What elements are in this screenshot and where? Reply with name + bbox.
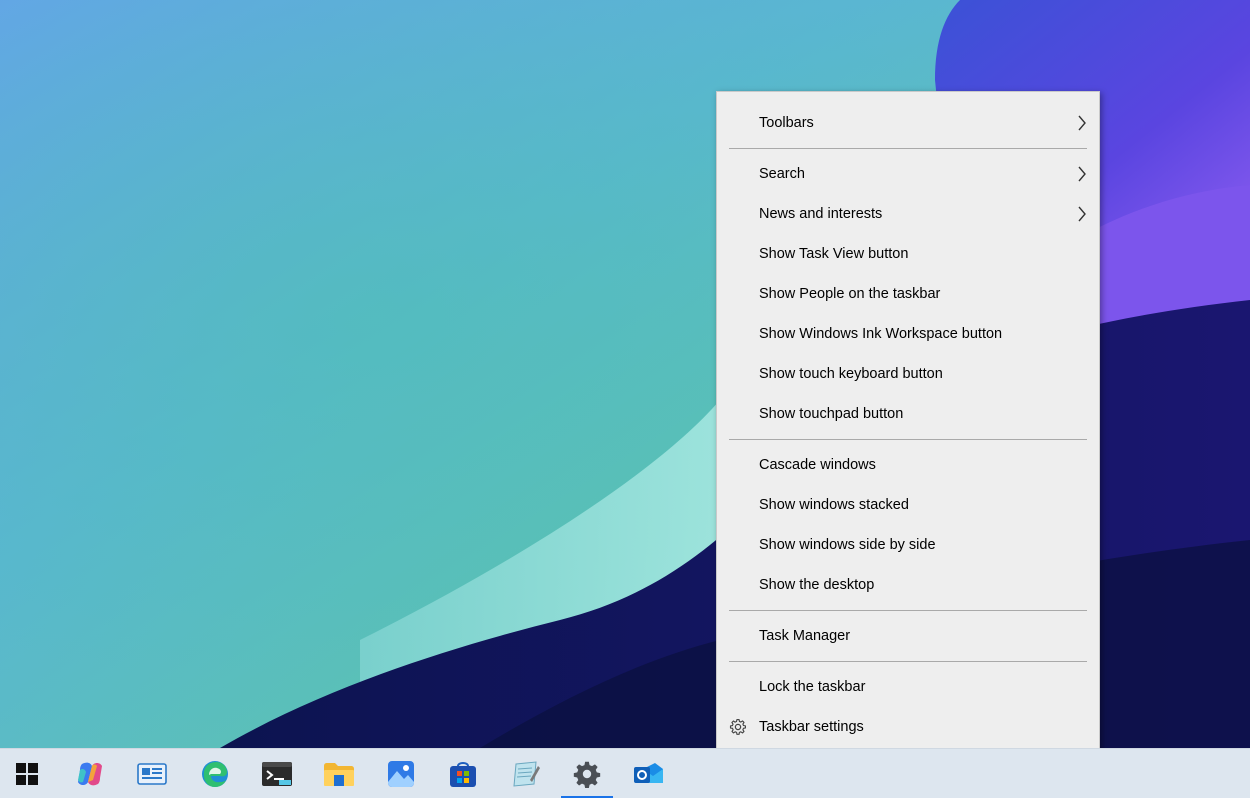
menu-item-show-the-desktop[interactable]: Show the desktop: [717, 565, 1099, 605]
chevron-right-icon: [1078, 115, 1086, 131]
outlook-icon: [634, 763, 663, 783]
menu-item-cascade-windows[interactable]: Cascade windows: [717, 445, 1099, 485]
edge-button[interactable]: [189, 749, 241, 798]
menu-item-label: News and interests: [759, 206, 883, 222]
photos-button[interactable]: [375, 749, 427, 798]
menu-separator: [729, 148, 1087, 149]
windows-logo-icon: [16, 763, 38, 785]
menu-item-label: Show touchpad button: [759, 406, 904, 422]
desktop: Toolbars Search News and interests Show …: [0, 0, 1250, 798]
menu-separator: [729, 439, 1087, 440]
menu-item-show-task-view-button[interactable]: Show Task View button: [717, 234, 1099, 274]
menu-item-show-people[interactable]: Show People on the taskbar: [717, 274, 1099, 314]
menu-separator: [729, 661, 1087, 662]
terminal-button[interactable]: [251, 749, 303, 798]
menu-item-label: Show Task View button: [759, 246, 909, 262]
widgets-button[interactable]: [126, 749, 178, 798]
menu-item-show-touch-keyboard[interactable]: Show touch keyboard button: [717, 354, 1099, 394]
menu-item-label: Show the desktop: [759, 577, 875, 593]
notepad-icon: [513, 761, 540, 787]
folder-icon: [324, 763, 354, 786]
store-icon: [450, 762, 476, 787]
menu-item-label: Show touch keyboard button: [759, 366, 943, 382]
menu-item-label: Show People on the taskbar: [759, 286, 941, 302]
copilot-button[interactable]: [64, 749, 116, 798]
start-button[interactable]: [1, 749, 53, 798]
menu-item-label: Toolbars: [759, 115, 814, 131]
menu-item-toolbars[interactable]: Toolbars: [717, 103, 1099, 143]
widgets-icon: [137, 763, 167, 785]
menu-item-show-touchpad[interactable]: Show touchpad button: [717, 394, 1099, 434]
menu-item-label: Task Manager: [759, 628, 851, 644]
photos-icon: [388, 761, 414, 787]
menu-item-label: Show windows stacked: [759, 497, 909, 513]
menu-item-show-windows-ink[interactable]: Show Windows Ink Workspace button: [717, 314, 1099, 354]
menu-item-label: Show Windows Ink Workspace button: [759, 326, 1003, 342]
menu-separator: [729, 610, 1087, 611]
copilot-icon: [78, 762, 102, 786]
menu-item-label: Lock the taskbar: [759, 679, 866, 695]
menu-item-label: Cascade windows: [759, 457, 876, 473]
menu-item-label: Taskbar settings: [759, 719, 864, 735]
menu-item-taskbar-settings[interactable]: Taskbar settings: [717, 707, 1099, 747]
taskbar: [0, 748, 1250, 798]
notepad-button[interactable]: [499, 749, 551, 798]
menu-item-show-windows-stacked[interactable]: Show windows stacked: [717, 485, 1099, 525]
menu-item-label: Show windows side by side: [759, 537, 936, 553]
store-button[interactable]: [437, 749, 489, 798]
outlook-button[interactable]: [623, 749, 675, 798]
settings-button[interactable]: [561, 749, 613, 798]
gear-icon: [729, 718, 746, 735]
menu-item-search[interactable]: Search: [717, 154, 1099, 194]
chevron-right-icon: [1078, 206, 1086, 222]
menu-item-lock-the-taskbar[interactable]: Lock the taskbar: [717, 667, 1099, 707]
gear-icon: [573, 761, 601, 788]
chevron-right-icon: [1078, 166, 1086, 182]
menu-item-label: Search: [759, 166, 805, 182]
taskbar-context-menu: Toolbars Search News and interests Show …: [716, 91, 1100, 756]
menu-item-news-and-interests[interactable]: News and interests: [717, 194, 1099, 234]
menu-item-show-windows-side-by-side[interactable]: Show windows side by side: [717, 525, 1099, 565]
file-explorer-button[interactable]: [313, 749, 365, 798]
edge-icon: [202, 761, 228, 787]
terminal-icon: [262, 762, 292, 786]
menu-item-task-manager[interactable]: Task Manager: [717, 616, 1099, 656]
